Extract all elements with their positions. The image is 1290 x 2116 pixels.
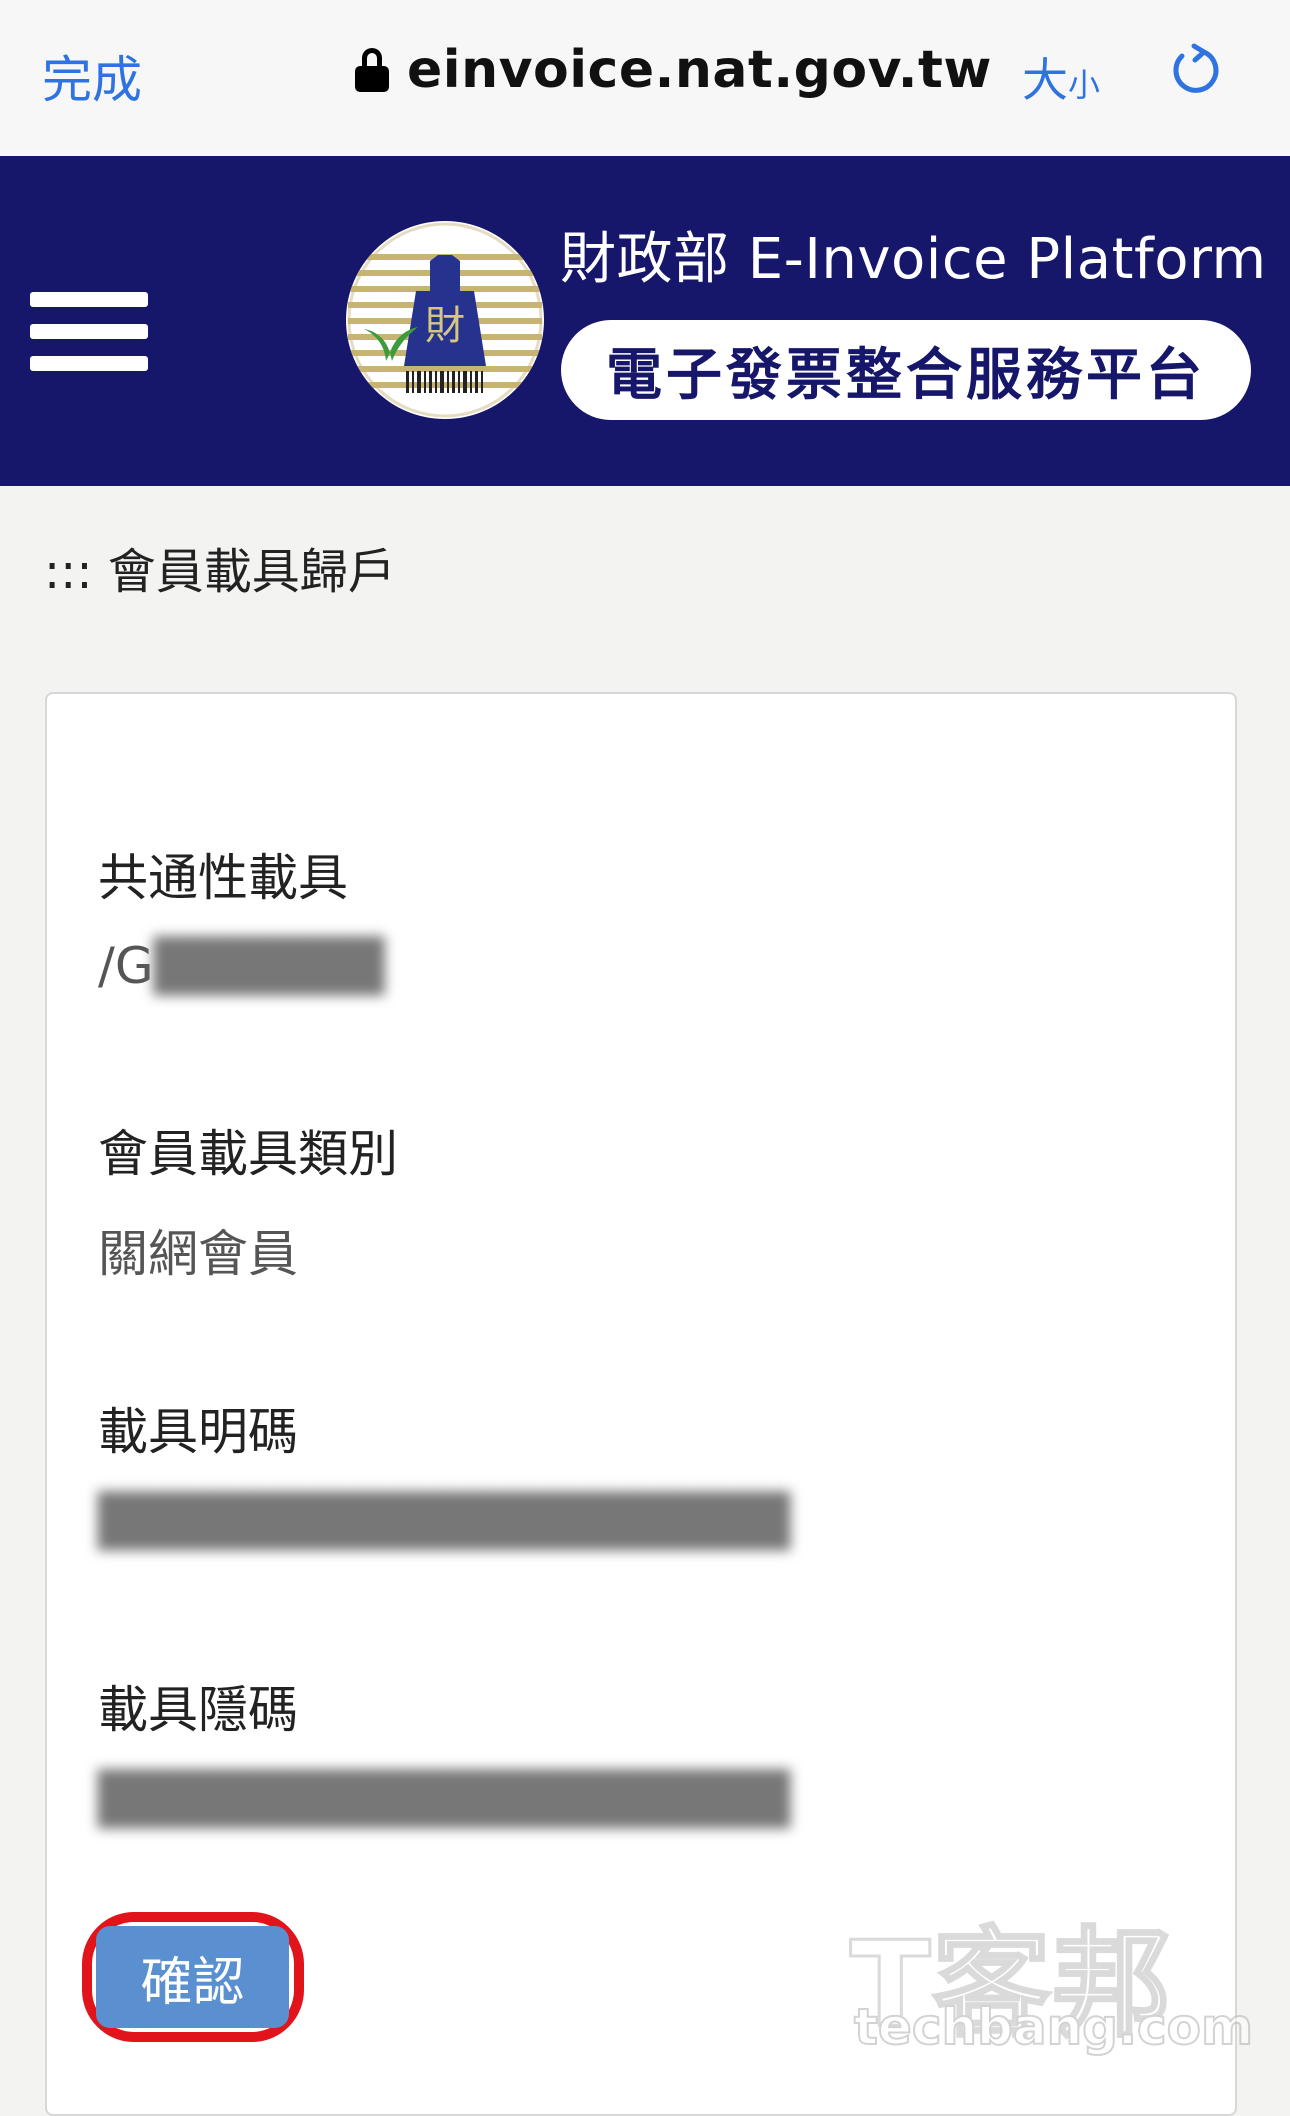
menu-icon[interactable] [30, 292, 148, 372]
watermark-url-text: techbang.com [853, 1997, 1254, 2057]
svg-text:財: 財 [425, 303, 465, 349]
text-size-big: 大 [1022, 53, 1068, 107]
lock-icon [355, 48, 389, 92]
confirm-button[interactable]: 確認 [96, 1926, 289, 2028]
header-subtitle: 電子發票整合服務平台 [561, 320, 1251, 420]
field-value-common-carrier: /G██████ [98, 937, 384, 995]
field-value-member-carrier-type: 關網會員 [98, 1225, 298, 1283]
field-label-carrier-hidden-code: 載具隱碼 [98, 1681, 298, 1739]
text-size-small: 小 [1068, 66, 1101, 104]
field-value-carrier-hidden-code-redacted: ██████████████████ [98, 1770, 791, 1828]
redacted-carrier-code: ██████ [153, 937, 385, 995]
field-label-common-carrier: 共通性載具 [98, 849, 348, 907]
browser-toolbar: 完成 einvoice.nat.gov.tw 大小 [0, 0, 1290, 157]
field-label-member-carrier-type: 會員載具類別 [98, 1125, 398, 1183]
ministry-logo: 財 [346, 221, 544, 419]
techbang-watermark: T客邦 techbang.com [849, 1888, 1270, 2058]
done-button[interactable]: 完成 [42, 40, 142, 112]
text-size-button[interactable]: 大小 [1022, 44, 1100, 110]
field-label-carrier-plain-code: 載具明碼 [98, 1403, 298, 1461]
address-bar[interactable]: einvoice.nat.gov.tw [355, 40, 992, 100]
url-text: einvoice.nat.gov.tw [407, 40, 992, 100]
breadcrumb: ::: 會員載具歸戶 [44, 544, 396, 600]
reload-icon[interactable] [1168, 42, 1224, 98]
field-value-carrier-plain-code-redacted: ██████████████████ [98, 1492, 791, 1550]
field-value-common-carrier-prefix: /G [98, 937, 154, 995]
header-title: 財政部 E-Invoice Platform [560, 227, 1267, 292]
